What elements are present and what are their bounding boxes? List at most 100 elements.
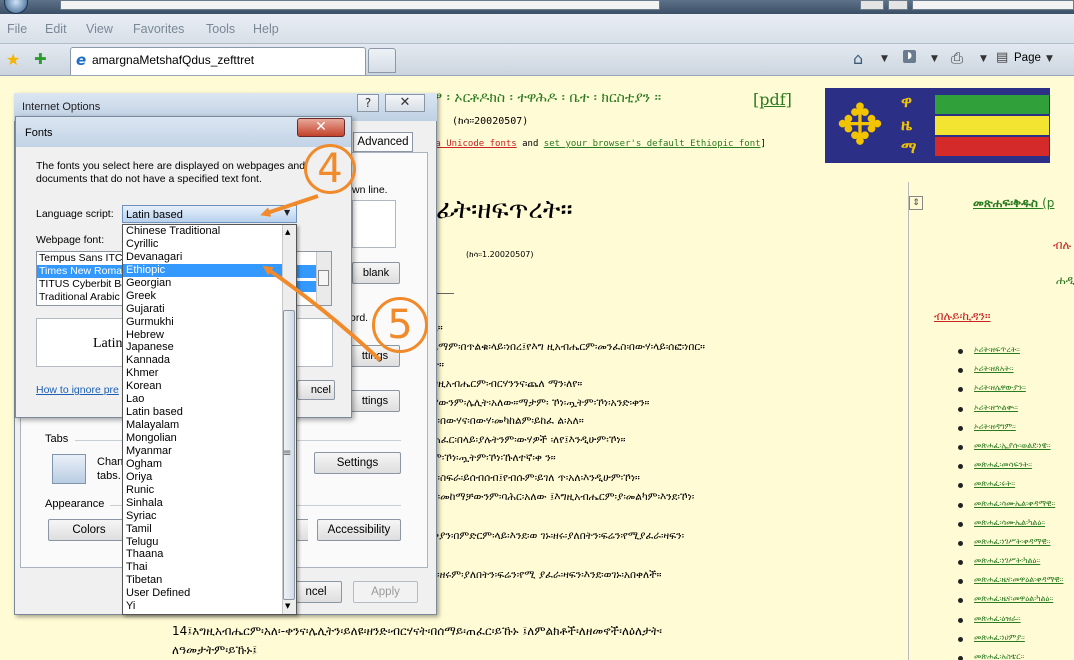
list-item[interactable]: Latin based — [123, 406, 296, 419]
apply-button[interactable]: Apply — [353, 581, 418, 603]
tabs-settings-button[interactable]: Settings — [314, 452, 401, 474]
book-link[interactable]: መጽሐፈ፡አስቴር። — [958, 652, 1063, 660]
list-item[interactable]: Lao — [123, 393, 296, 406]
old-testament-heading[interactable]: ብሉይ፡ኪዳን። — [934, 309, 991, 324]
menu-help[interactable]: Help — [253, 22, 279, 36]
list-item[interactable]: Gurmukhi — [123, 316, 296, 329]
font-list-scroll-thumb[interactable] — [318, 270, 329, 286]
fonts-close-button[interactable]: ✕ — [297, 118, 345, 137]
old-testament-link[interactable]: ብሉ — [1053, 238, 1071, 253]
list-item[interactable]: Runic — [123, 484, 296, 497]
book-link[interactable]: ኦሪት፡ዘኍልቍ። — [958, 403, 1063, 422]
list-item[interactable]: Thaana — [123, 548, 296, 561]
page-icon[interactable]: ▤ — [996, 50, 1008, 65]
menu-file[interactable]: File — [7, 22, 27, 36]
page-menu-button[interactable]: Page — [1014, 52, 1041, 64]
book-link[interactable]: ኦሪት፡ዘሌዋውያን። — [958, 383, 1063, 402]
list-item[interactable]: Ethiopic — [123, 263, 296, 277]
list-item[interactable]: Oriya — [123, 471, 296, 484]
unicode-fonts-link[interactable]: ma Unicode fonts — [430, 139, 517, 149]
book-link[interactable]: ኦሪት፡ዘፍጥረት። — [958, 345, 1063, 364]
page-dropdown-icon[interactable]: ▼ — [1046, 54, 1053, 64]
chevron-down-icon[interactable]: ▼ — [284, 208, 290, 217]
new-testament-link[interactable]: ሐዲ — [1056, 273, 1074, 288]
stop-button[interactable] — [888, 0, 908, 10]
language-script-select[interactable]: Latin based — [122, 205, 297, 223]
list-item[interactable]: Gujarati — [123, 303, 296, 316]
fonts-cancel-button[interactable]: ncel — [297, 380, 335, 400]
ie-page-icon: e — [76, 51, 87, 69]
use-blank-button[interactable]: blank — [352, 262, 400, 284]
new-tab-button[interactable] — [368, 48, 396, 73]
book-link[interactable]: መጽሐፈ፡ዕዝራ። — [958, 614, 1063, 633]
search-input[interactable] — [912, 0, 1074, 10]
address-bar[interactable] — [60, 0, 660, 10]
book-link[interactable]: ኦሪት፡ዘጸአት። — [958, 364, 1063, 383]
book-link[interactable]: መጽሐፈ፡ነገሥት፡ካልዕ። — [958, 556, 1063, 575]
language-script-label: Language script: — [36, 208, 114, 220]
book-link[interactable]: መጽሐፈ፡ዜና፡መዋዕል፡ካልዕ። — [958, 594, 1063, 613]
list-item[interactable]: Korean — [123, 380, 296, 393]
list-item[interactable]: Georgian — [123, 277, 296, 290]
list-item[interactable]: Sinhala — [123, 497, 296, 510]
list-item[interactable]: Ogham — [123, 458, 296, 471]
bible-link-text[interactable]: መጽሐፍ፡ቅዱስ — [973, 196, 1038, 210]
refresh-button[interactable] — [860, 0, 884, 10]
list-item[interactable]: Tamil — [123, 523, 296, 536]
pdf-link[interactable]: [pdf] — [753, 90, 792, 109]
menu-view[interactable]: View — [86, 22, 113, 36]
print-dropdown-icon[interactable]: ▼ — [980, 54, 987, 64]
help-button[interactable]: ? — [357, 94, 379, 112]
feeds-icon[interactable]: ◗ — [903, 50, 916, 63]
accessibility-button[interactable]: Accessibility — [317, 519, 401, 541]
list-item[interactable]: Thai — [123, 561, 296, 574]
language-script-dropdown[interactable]: Chinese Traditional Cyrillic Devanagari … — [122, 224, 297, 615]
list-item[interactable]: Chinese Traditional — [123, 225, 296, 238]
home-page-textarea[interactable] — [352, 200, 396, 248]
list-item[interactable]: Mongolian — [123, 432, 296, 445]
list-item[interactable]: Cyrillic — [123, 238, 296, 251]
default-font-link[interactable]: set your browser's default Ethiopic font — [544, 139, 761, 149]
home-dropdown-icon[interactable]: ▼ — [881, 54, 888, 64]
list-item[interactable]: Kannada — [123, 354, 296, 367]
book-link[interactable]: መጽሐፈ፡ኢያሱ፡ወልደ፡ነዌ። — [958, 441, 1063, 460]
list-item[interactable]: Myanmar — [123, 445, 296, 458]
list-item[interactable]: Devanagari — [123, 251, 296, 264]
list-item[interactable]: User Defined — [123, 587, 296, 600]
list-item[interactable]: Khmer — [123, 367, 296, 380]
colors-button[interactable]: Colors — [48, 519, 130, 541]
feeds-dropdown-icon[interactable]: ▼ — [931, 54, 938, 64]
list-item[interactable]: Greek — [123, 290, 296, 303]
search-settings-button[interactable]: ttings — [350, 390, 400, 412]
print-icon[interactable]: ⎙ — [951, 49, 963, 67]
book-link[interactable]: መጽሐፈ፡ነገሥት፡ቀዳማዊ። — [958, 537, 1063, 556]
menu-tools[interactable]: Tools — [206, 22, 235, 36]
book-link[interactable]: መጽሐፈ፡ነሀምያ። — [958, 633, 1063, 652]
list-item[interactable]: Tibetan — [123, 574, 296, 587]
list-item[interactable]: Malayalam — [123, 419, 296, 432]
internet-options-close-button[interactable]: ✕ — [385, 94, 425, 112]
add-favorites-icon[interactable]: ✚ — [34, 50, 47, 68]
home-icon[interactable]: ⌂ — [853, 49, 863, 68]
book-link[interactable]: መጽሐፈ፡ዜና፡መዋዕል፡ቀዳማዊ። — [958, 575, 1063, 594]
frame-scroll-icon[interactable]: ⇕ — [909, 196, 923, 210]
tab-advanced[interactable]: Advanced — [353, 132, 413, 152]
scroll-down-arrow-icon[interactable]: ▼ — [285, 602, 290, 610]
list-item[interactable]: Hebrew — [123, 329, 296, 342]
book-link[interactable]: መጽሐፈ፡ሳሙኤል፡ካልዕ። — [958, 518, 1063, 537]
book-link[interactable]: ኦሪት፡ዘዳግም። — [958, 422, 1063, 441]
menu-favorites[interactable]: Favorites — [133, 22, 184, 36]
favorites-star-icon[interactable]: ★ — [6, 50, 20, 69]
ignore-fonts-help-link[interactable]: How to ignore pre — [36, 384, 119, 396]
list-item[interactable]: Japanese — [123, 341, 296, 354]
book-link[interactable]: መጽሐፈ፡ሩት። — [958, 479, 1063, 498]
book-link[interactable]: መጽሐፈ፡መሳፍንት። — [958, 460, 1063, 479]
scroll-up-arrow-icon[interactable]: ▲ — [285, 228, 290, 236]
internet-options-cancel-button[interactable]: ncel — [290, 581, 342, 603]
list-item[interactable]: Telugu — [123, 536, 296, 549]
bible-link[interactable]: መጽሐፍ፡ቅዱስ (p — [973, 196, 1054, 211]
list-item[interactable]: Yi — [123, 600, 296, 613]
list-item[interactable]: Syriac — [123, 510, 296, 523]
book-link[interactable]: መጽሐፈ፡ሳሙኤል፡ቀዳማዊ። — [958, 499, 1063, 518]
menu-edit[interactable]: Edit — [45, 22, 67, 36]
